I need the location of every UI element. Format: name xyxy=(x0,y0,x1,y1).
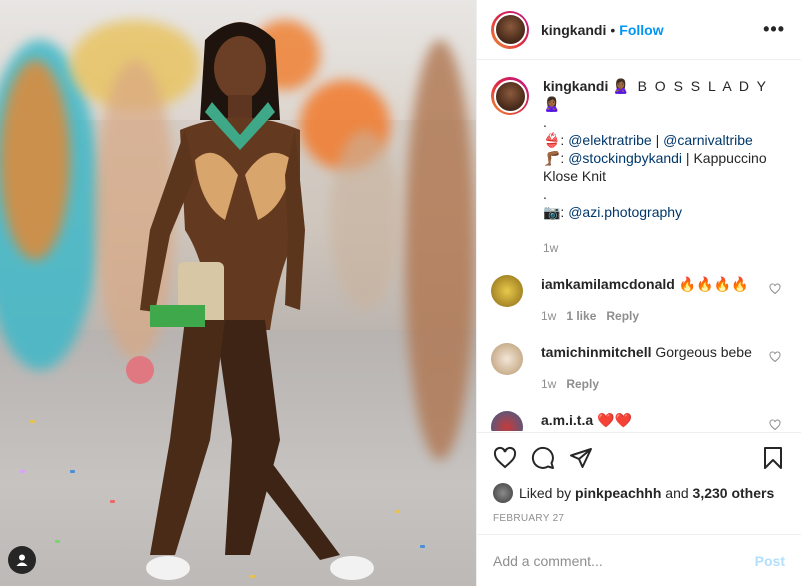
comment-bubble-icon[interactable] xyxy=(531,446,555,470)
add-comment-input[interactable] xyxy=(493,552,755,569)
liked-by-mid: and xyxy=(665,485,689,501)
caption-dot: . xyxy=(543,186,547,202)
like-heart-icon[interactable] xyxy=(493,446,517,470)
comment-item: iamkamilamcdonald 🔥🔥🔥🔥 1w 1 like Reply xyxy=(491,275,785,325)
confetti xyxy=(55,540,60,543)
caption-dot: . xyxy=(543,114,547,130)
comment-text: Gorgeous bebe xyxy=(655,344,752,360)
liker-username[interactable]: pinkpeachhh xyxy=(575,485,661,501)
comment-item: a.m.i.t.a ❤️❤️ xyxy=(491,411,785,431)
comment-body: tamichinmitchell Gorgeous bebe 1w Reply xyxy=(541,343,785,393)
liked-by-prefix: Liked by xyxy=(519,485,572,501)
post-actions: Liked by pinkpeachhh and 3,230 others FE… xyxy=(477,432,801,530)
comment-reply-button[interactable]: Reply xyxy=(566,377,599,391)
more-options-icon[interactable]: ••• xyxy=(763,19,785,40)
confetti xyxy=(30,420,35,423)
comment-reply-button[interactable]: Reply xyxy=(606,309,639,323)
confetti xyxy=(395,510,400,513)
author-avatar[interactable] xyxy=(491,10,529,49)
comment-body: iamkamilamcdonald 🔥🔥🔥🔥 1w 1 like Reply xyxy=(541,275,785,325)
comment-like-heart-icon[interactable] xyxy=(769,419,781,431)
mention-link-elektratribe[interactable]: @elektratribe xyxy=(568,132,651,148)
comment-time[interactable]: 1w xyxy=(541,377,556,391)
add-comment-bar: Post xyxy=(477,534,801,586)
comments-scroll-area[interactable]: kingkandi 🙎🏾‍♀️ B O S S L A D Y 🙎🏾‍♀️ . … xyxy=(477,61,801,431)
save-bookmark-icon[interactable] xyxy=(761,446,785,470)
confetti xyxy=(70,470,75,473)
confetti xyxy=(20,470,25,473)
liker-avatar[interactable] xyxy=(493,483,513,503)
follow-button[interactable]: Follow xyxy=(619,22,663,38)
comment-avatar[interactable] xyxy=(491,275,523,307)
comment-item: tamichinmitchell Gorgeous bebe 1w Reply xyxy=(491,343,785,393)
likes-count-link[interactable]: 3,230 others xyxy=(693,485,775,501)
mention-link-stockingbykandi[interactable]: @stockingbykandi xyxy=(568,150,682,166)
comment-like-count[interactable]: 1 like xyxy=(566,309,596,323)
action-icons xyxy=(493,443,785,473)
comment-meta: 1w 1 like Reply xyxy=(541,307,785,325)
caption-avatar-image xyxy=(493,79,527,113)
caption-timestamp[interactable]: 1w xyxy=(543,239,785,257)
comment-username[interactable]: a.m.i.t.a xyxy=(541,412,593,428)
comment-like-heart-icon[interactable] xyxy=(769,351,781,363)
tagged-people-icon[interactable] xyxy=(8,546,36,574)
comment-meta: 1w Reply xyxy=(541,375,785,393)
caption-line1-sep: | xyxy=(651,132,664,148)
comment-username[interactable]: iamkamilamcdonald xyxy=(541,276,675,292)
caption-avatar[interactable] xyxy=(491,77,529,115)
author-username[interactable]: kingkandi xyxy=(541,22,606,38)
post-comment-button[interactable]: Post xyxy=(755,553,785,569)
confetti xyxy=(250,575,255,578)
header-separator: • xyxy=(610,21,616,38)
caption-username[interactable]: kingkandi xyxy=(543,78,608,94)
post-header: kingkandi • Follow ••• xyxy=(477,0,801,60)
comment-body: a.m.i.t.a ❤️❤️ xyxy=(541,411,785,431)
post-date[interactable]: FEBRUARY 27 xyxy=(493,513,785,524)
liked-by-summary: Liked by pinkpeachhh and 3,230 others xyxy=(493,483,785,503)
photo-subject xyxy=(126,22,374,580)
confetti xyxy=(110,500,115,503)
comment-text: 🔥🔥🔥🔥 xyxy=(678,276,749,292)
comment-like-heart-icon[interactable] xyxy=(769,283,781,295)
share-paper-plane-icon[interactable] xyxy=(569,446,593,470)
caption-line2-prefix: 🦵🏾: xyxy=(543,150,569,166)
post-side-panel: kingkandi • Follow ••• kingkandi 🙎🏾‍♀️ B… xyxy=(476,0,801,586)
comment-avatar[interactable] xyxy=(491,343,523,375)
post-photo[interactable] xyxy=(0,0,476,586)
comment-username[interactable]: tamichinmitchell xyxy=(541,344,651,360)
confetti xyxy=(420,545,425,548)
comment-avatar[interactable] xyxy=(491,411,523,431)
post-caption: kingkandi 🙎🏾‍♀️ B O S S L A D Y 🙎🏾‍♀️ . … xyxy=(491,77,785,257)
comment-time[interactable]: 1w xyxy=(541,309,556,323)
mention-link-carnivaltribe[interactable]: @carnivaltribe xyxy=(663,132,753,148)
caption-line1-prefix: 👙: xyxy=(543,132,569,148)
caption-line3-prefix: 📷: xyxy=(543,204,569,220)
mention-link-azi-photography[interactable]: @azi.photography xyxy=(568,204,682,220)
author-avatar-image xyxy=(493,13,527,46)
comment-text: ❤️❤️ xyxy=(597,412,632,428)
caption-body: kingkandi 🙎🏾‍♀️ B O S S L A D Y 🙎🏾‍♀️ . … xyxy=(543,77,785,257)
